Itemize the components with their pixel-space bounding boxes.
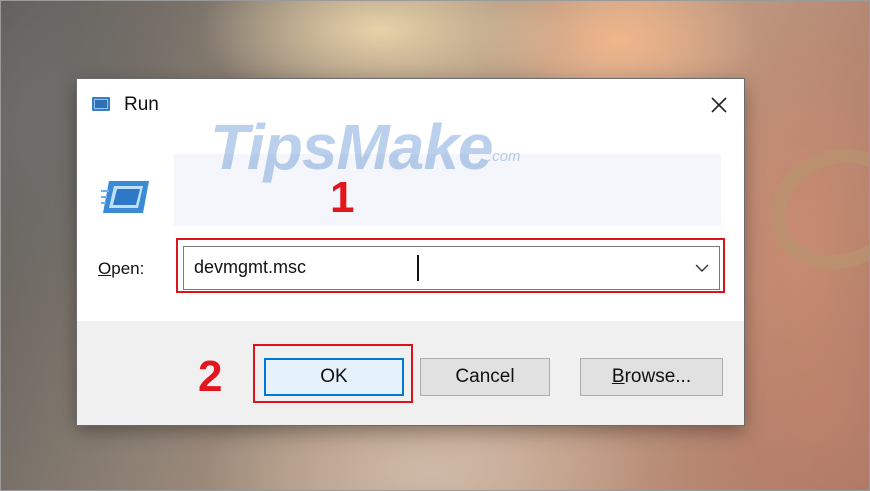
close-button[interactable] xyxy=(694,79,744,131)
command-input[interactable]: devmgmt.msc xyxy=(194,257,306,278)
open-label-text: pen: xyxy=(111,259,145,278)
command-combobox[interactable]: devmgmt.msc xyxy=(183,246,720,290)
description-area xyxy=(174,154,721,226)
title-bar[interactable]: Run xyxy=(77,79,744,131)
window-title: Run xyxy=(124,94,159,115)
browse-mnemonic: B xyxy=(611,366,625,387)
button-bar: OK Cancel Browse... xyxy=(77,321,744,425)
open-label-mnemonic: O xyxy=(98,259,112,278)
open-label: Open: xyxy=(98,259,144,279)
dialog-body: Open: devmgmt.msc xyxy=(77,131,744,321)
run-app-icon xyxy=(101,181,149,213)
text-caret xyxy=(417,255,419,281)
browse-label: rowse... xyxy=(624,366,692,387)
ok-button[interactable]: OK xyxy=(264,358,404,396)
browse-button[interactable]: Browse... xyxy=(580,358,723,396)
step-1-label: 1 xyxy=(330,173,355,222)
cancel-button[interactable]: Cancel xyxy=(420,358,550,396)
chevron-down-icon[interactable] xyxy=(693,259,711,277)
background-ring xyxy=(753,129,870,289)
close-icon xyxy=(711,97,727,113)
run-dialog: Run Open: devmgmt.msc OK Cancel B rowse.… xyxy=(77,79,744,425)
run-icon xyxy=(92,97,110,111)
step-2-label: 2 xyxy=(198,352,223,401)
